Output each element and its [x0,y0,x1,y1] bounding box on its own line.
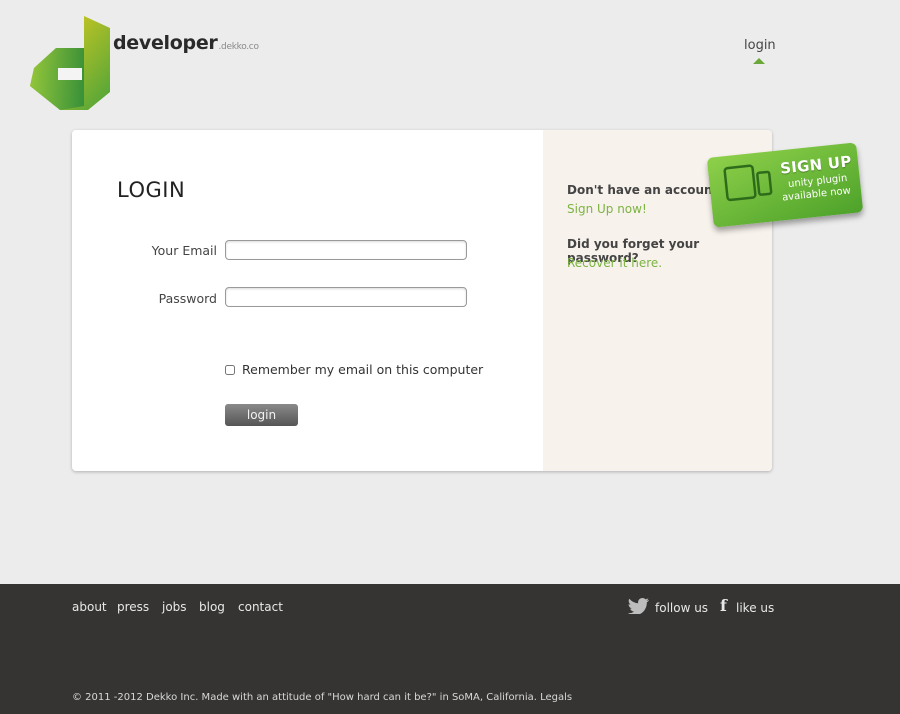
password-label: Password [158,291,217,306]
footer-link-about[interactable]: about [72,600,107,614]
email-label: Your Email [151,243,217,258]
recover-password-link[interactable]: Recover it here. [567,256,662,270]
remember-email-label[interactable]: Remember my email on this computer [242,362,483,377]
footer-link-press[interactable]: press [117,600,149,614]
copyright-text: © 2011 -2012 Dekko Inc. Made with an att… [72,692,573,703]
brand-name: developer.dekko.co [113,32,259,54]
password-field[interactable] [225,287,467,307]
active-nav-indicator [753,58,765,64]
dekko-logo-icon[interactable] [30,16,110,110]
footer-link-jobs[interactable]: jobs [162,600,187,614]
nav-login-link[interactable]: login [744,38,776,53]
login-card: LOGIN Your Email Password Remember my em… [72,130,772,471]
devices-icon [723,164,773,202]
header: developer.dekko.co login [0,0,900,130]
login-button[interactable]: login [225,404,298,426]
twitter-bird-icon[interactable] [628,598,650,614]
footer-link-blog[interactable]: blog [199,600,225,614]
no-account-question: Don't have an account? [567,183,726,197]
like-us-link[interactable]: like us [736,601,774,615]
footer: about press jobs blog contact follow us … [0,584,900,714]
sign-up-link[interactable]: Sign Up now! [567,202,647,216]
footer-link-contact[interactable]: contact [238,600,283,614]
signup-badge[interactable]: SIGN UP unity plugin available now [706,142,868,234]
remember-email-checkbox[interactable] [225,365,235,375]
brand-domain: .dekko.co [218,42,259,52]
email-field[interactable] [225,240,467,260]
follow-us-link[interactable]: follow us [655,601,708,615]
facebook-icon[interactable]: f [720,596,727,615]
page-title: LOGIN [117,178,186,202]
